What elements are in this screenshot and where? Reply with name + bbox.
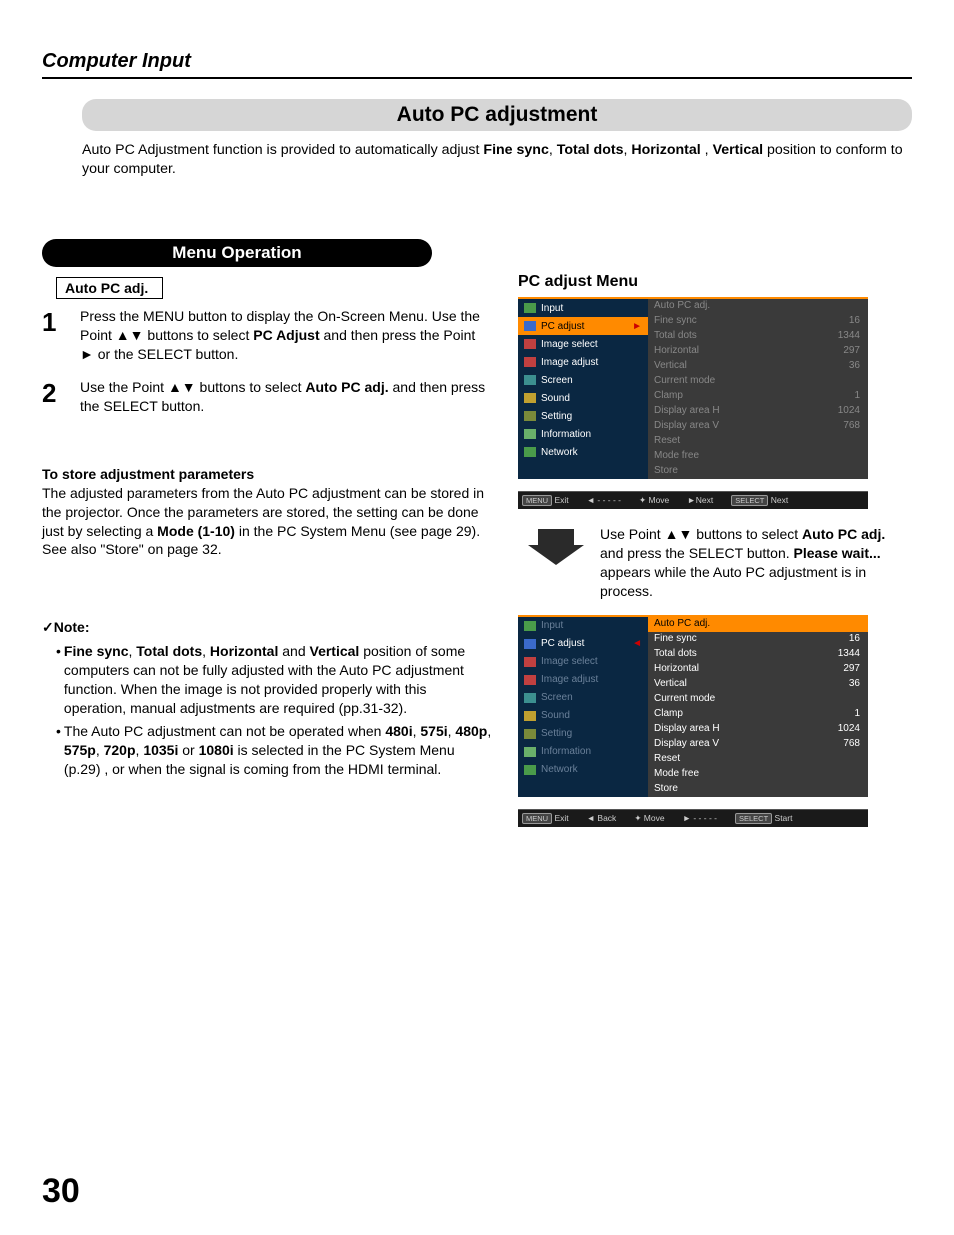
step-2: 2 Use the Point ▲▼ buttons to select Aut… [42, 378, 492, 416]
note-bullet-1: • Fine sync, Total dots, Horizontal and … [56, 642, 492, 718]
intro-bold: Total dots [557, 142, 624, 158]
step-1: 1 Press the MENU button to display the O… [42, 307, 492, 364]
sound-icon [524, 711, 536, 721]
image-select-icon [524, 657, 536, 667]
store-params-heading: To store adjustment parameters [42, 466, 492, 482]
osd-item-label: Input [541, 620, 563, 631]
osd-item-selected: PC adjust ► [518, 317, 648, 335]
osd-item-label: Image adjust [541, 357, 598, 368]
down-arrow-icon [528, 529, 584, 565]
osd-footer: MENU Exit ◄ Back ✦ Move ► - - - - - SELE… [518, 809, 868, 827]
note-heading: ✓Note: [42, 619, 492, 636]
input-icon [524, 303, 536, 313]
step-number: 1 [42, 307, 66, 364]
left-column: Menu Operation Auto PC adj. 1 Press the … [42, 239, 492, 827]
osd-right-panel: Auto PC adj. Fine sync16 Total dots1344 … [648, 299, 868, 479]
arrow-instruction-text: Use Point ▲▼ buttons to select Auto PC a… [600, 525, 912, 601]
arrow-left-icon: ◄ [632, 638, 642, 649]
network-icon [524, 447, 536, 457]
note-bullet-2: • The Auto PC adjustment can not be oper… [56, 722, 492, 779]
screen-icon [524, 693, 536, 703]
osd-item-label: Network [541, 764, 578, 775]
osd-item-label: Setting [541, 411, 572, 422]
image-select-icon [524, 339, 536, 349]
osd-item-label: Network [541, 447, 578, 458]
pc-adjust-menu-heading: PC adjust Menu [518, 273, 912, 291]
intro-paragraph: Auto PC Adjustment function is provided … [82, 141, 912, 179]
osd-item-label: Image select [541, 656, 598, 667]
osd-left-menu: Input PC adjust ► Image select Image adju… [518, 299, 648, 479]
osd-item-label: Sound [541, 393, 570, 404]
store-params-text: The adjusted parameters from the Auto PC… [42, 484, 492, 560]
osd-item-label: Information [541, 429, 591, 440]
osd-item-label: Image select [541, 339, 598, 350]
osd-item-label: Image adjust [541, 674, 598, 685]
osd-footer: MENU Exit ◄ - - - - - ✦ Move ►Next SELEC… [518, 491, 868, 509]
information-icon [524, 747, 536, 757]
arrow-right-icon: ► [632, 321, 642, 332]
osd-screenshot-2: Input PC adjust ◄ Image select Image adju… [518, 615, 868, 827]
step-text: Use the Point ▲▼ buttons to select Auto … [80, 378, 492, 416]
image-adjust-icon [524, 675, 536, 685]
information-icon [524, 429, 536, 439]
osd-item-label: Input [541, 303, 563, 314]
osd-screenshot-1: Input PC adjust ► Image select Image adju… [518, 297, 868, 509]
osd-left-menu: Input PC adjust ◄ Image select Image adju… [518, 617, 648, 797]
step-text: Press the MENU button to display the On-… [80, 307, 492, 364]
osd-item-label: Screen [541, 375, 573, 386]
osd-item-label: Information [541, 746, 591, 757]
intro-text: Auto PC Adjustment function is provided … [82, 142, 483, 158]
intro-bold: Horizontal [631, 142, 700, 158]
image-adjust-icon [524, 357, 536, 367]
osd-item-label: Sound [541, 710, 570, 721]
setting-icon [524, 411, 536, 421]
step-number: 2 [42, 378, 66, 416]
setting-icon [524, 729, 536, 739]
page-title-bar: Auto PC adjustment [82, 99, 912, 131]
section-header: Computer Input [42, 50, 912, 79]
auto-pc-adj-box: Auto PC adj. [56, 277, 163, 299]
right-column: PC adjust Menu Input PC adjust ► Image se… [518, 239, 912, 827]
intro-bold: Fine sync [483, 142, 548, 158]
menu-operation-bar: Menu Operation [42, 239, 432, 267]
screen-icon [524, 375, 536, 385]
osd-item-label: PC adjust [541, 321, 584, 332]
input-icon [524, 621, 536, 631]
osd-row-selected: Auto PC adj. [648, 617, 868, 632]
osd-item-label: Setting [541, 728, 572, 739]
page-number: 30 [42, 1172, 80, 1211]
osd-right-panel: Auto PC adj. Fine sync16 Total dots1344 … [648, 617, 868, 797]
osd-item-label: Screen [541, 692, 573, 703]
pc-adjust-icon [524, 321, 536, 331]
sound-icon [524, 393, 536, 403]
intro-bold: Vertical [713, 142, 763, 158]
network-icon [524, 765, 536, 775]
arrow-instruction-row: Use Point ▲▼ buttons to select Auto PC a… [518, 525, 912, 601]
osd-item-label: PC adjust [541, 638, 584, 649]
pc-adjust-icon [524, 639, 536, 649]
